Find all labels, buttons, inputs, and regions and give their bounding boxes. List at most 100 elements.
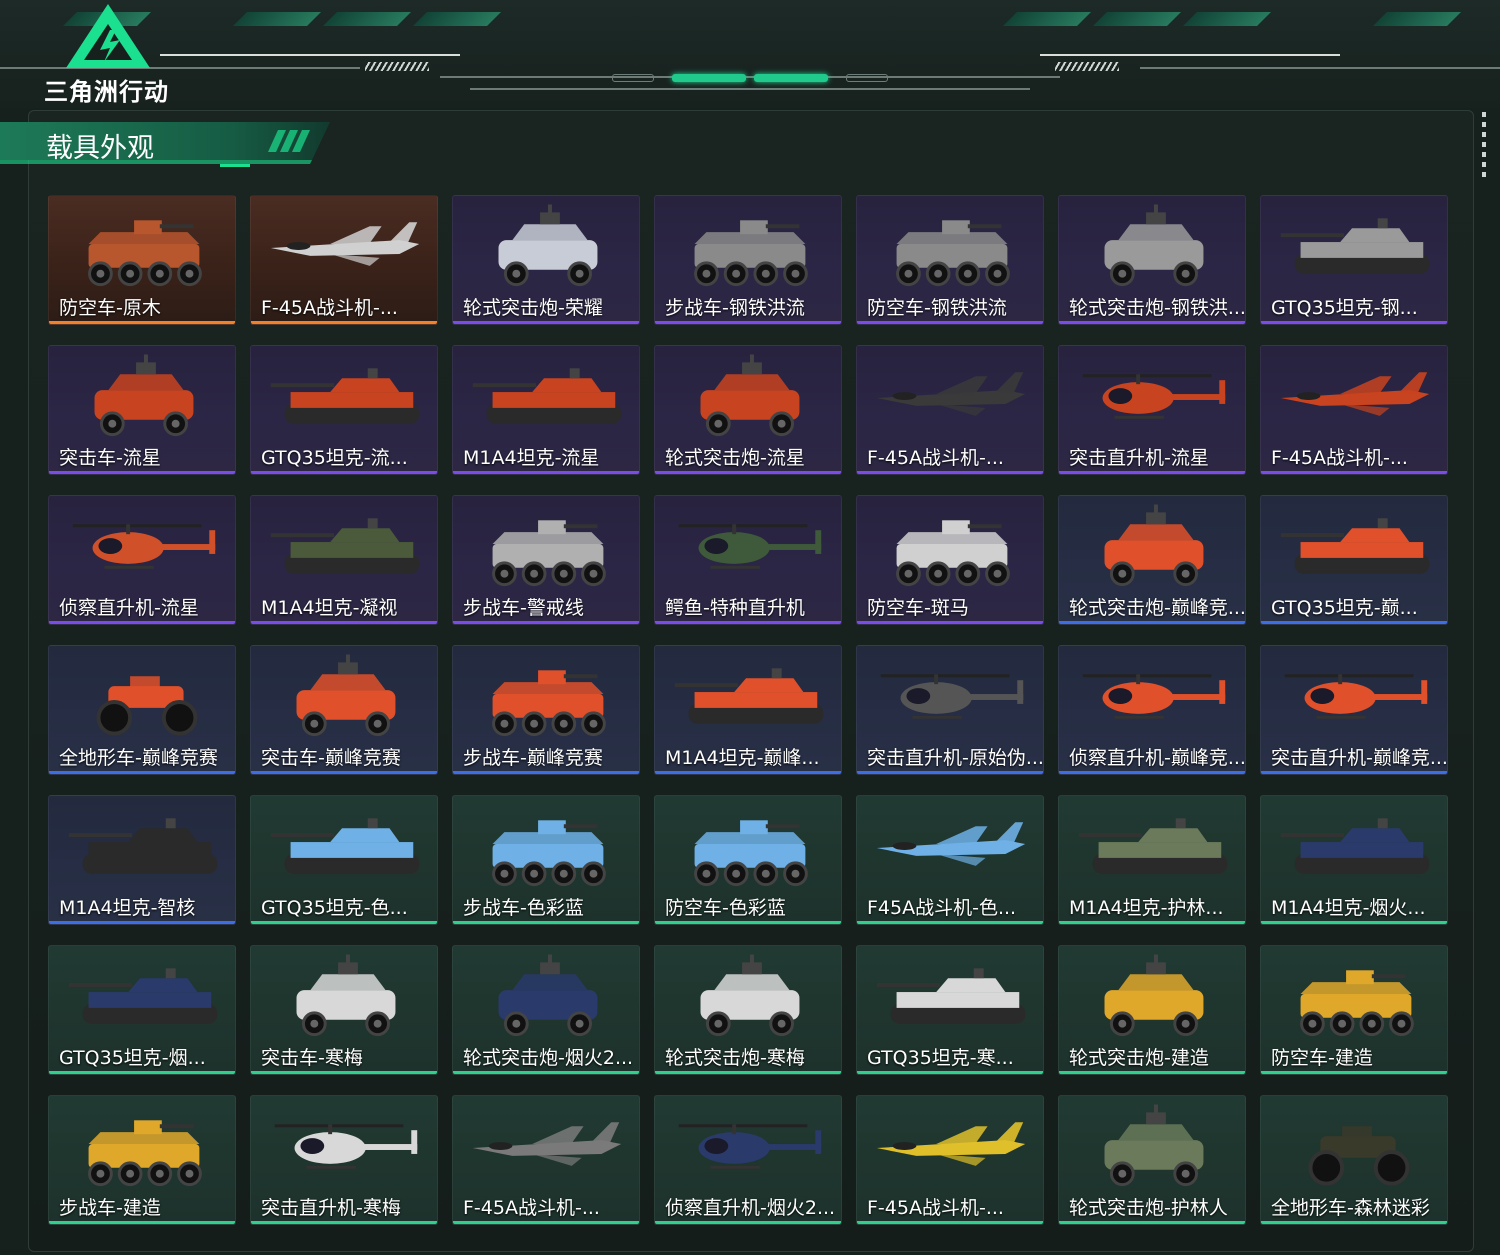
vehicle-skin-card[interactable]: M1A4坦克-巅峰...: [654, 645, 842, 775]
vehicle-skin-label: 侦察直升机-流星: [59, 597, 199, 619]
rarity-bar: [453, 771, 639, 774]
vehicle-skin-label: GTQ35坦克-烟...: [59, 1047, 206, 1069]
vehicle-skin-label: 轮式突击炮-流星: [665, 447, 805, 469]
vehicle-skin-label: 防空车-建造: [1271, 1047, 1373, 1069]
vehicle-wheeled-icon: [88, 220, 202, 287]
vehicle-skin-card[interactable]: GTQ35坦克-寒...: [856, 945, 1044, 1075]
vehicle-skin-card[interactable]: 轮式突击炮-巅峰竞...: [1058, 495, 1246, 625]
vehicle-car-icon: [1104, 204, 1204, 287]
vehicle-skin-card[interactable]: F45A战斗机-色...: [856, 795, 1044, 925]
vehicle-jet-icon: [876, 372, 1026, 416]
header-stripe: [413, 12, 501, 26]
vehicle-wheeled-icon: [896, 520, 1010, 587]
vehicle-skin-label: M1A4坦克-巅峰...: [665, 747, 820, 769]
rarity-bar: [1261, 321, 1447, 324]
rarity-bar: [1261, 921, 1447, 924]
rarity-bar: [49, 1071, 235, 1074]
vehicle-skin-card[interactable]: 轮式突击炮-流星: [654, 345, 842, 475]
vehicle-skin-card[interactable]: F-45A战斗机-...: [250, 195, 438, 325]
header-stripe: [1373, 12, 1461, 26]
vehicle-wheeled-icon: [492, 670, 606, 737]
vehicle-skin-card[interactable]: 防空车-原木: [48, 195, 236, 325]
header-line: [470, 88, 1030, 90]
vehicle-skin-card[interactable]: 轮式突击炮-钢铁洪...: [1058, 195, 1246, 325]
rarity-bar: [655, 621, 841, 624]
vehicle-skin-card[interactable]: 突击车-流星: [48, 345, 236, 475]
rarity-bar: [49, 1221, 235, 1224]
vehicle-skin-card[interactable]: 鳄鱼-特种直升机: [654, 495, 842, 625]
vehicle-skin-card[interactable]: GTQ35坦克-色...: [250, 795, 438, 925]
vehicle-skin-card[interactable]: 轮式突击炮-建造: [1058, 945, 1246, 1075]
vehicle-skin-card[interactable]: 侦察直升机-流星: [48, 495, 236, 625]
vehicle-skin-card[interactable]: 突击直升机-巅峰竞...: [1260, 645, 1448, 775]
vehicle-skin-card[interactable]: F-45A战斗机-...: [1260, 345, 1448, 475]
vehicle-skin-card[interactable]: 轮式突击炮-寒梅: [654, 945, 842, 1075]
vehicle-skin-label: 全地形车-巅峰竞赛: [59, 747, 218, 769]
vehicle-skin-card[interactable]: 全地形车-巅峰竞赛: [48, 645, 236, 775]
vehicle-skin-label: GTQ35坦克-钢...: [1271, 297, 1418, 319]
vehicle-skin-card[interactable]: 轮式突击炮-荣耀: [452, 195, 640, 325]
vehicle-skin-card[interactable]: GTQ35坦克-流...: [250, 345, 438, 475]
rarity-bar: [1261, 621, 1447, 624]
rarity-bar: [1059, 921, 1245, 924]
vehicle-skin-label: F-45A战斗机-...: [463, 1197, 600, 1219]
vehicle-skin-label: M1A4坦克-烟火...: [1271, 897, 1426, 919]
vehicle-skin-card[interactable]: 步战车-警戒线: [452, 495, 640, 625]
vehicle-heli-icon: [72, 524, 216, 569]
vehicle-skin-card[interactable]: F-45A战斗机-...: [856, 1095, 1044, 1225]
vehicle-wheeled-icon: [492, 520, 606, 587]
vehicle-skin-card[interactable]: M1A4坦克-凝视: [250, 495, 438, 625]
vehicle-car-icon: [700, 954, 800, 1037]
vehicle-skin-card[interactable]: 防空车-斑马: [856, 495, 1044, 625]
vehicle-skin-label: 轮式突击炮-荣耀: [463, 297, 603, 319]
vehicle-skin-card[interactable]: GTQ35坦克-钢...: [1260, 195, 1448, 325]
vehicle-car-icon: [94, 354, 194, 437]
vehicle-skin-card[interactable]: F-45A战斗机-...: [452, 1095, 640, 1225]
vehicle-tank-icon: [1078, 818, 1228, 874]
vehicle-skin-card[interactable]: GTQ35坦克-巅...: [1260, 495, 1448, 625]
rarity-bar: [251, 621, 437, 624]
vehicle-skin-card[interactable]: 步战车-巅峰竞赛: [452, 645, 640, 775]
vehicle-car-icon: [498, 204, 598, 287]
rarity-bar: [1059, 621, 1245, 624]
vehicle-skin-card[interactable]: 侦察直升机-烟火2...: [654, 1095, 842, 1225]
vehicle-skin-label: 防空车-钢铁洪流: [867, 297, 1007, 319]
vehicle-tank-icon: [270, 818, 420, 874]
vehicle-skin-card[interactable]: 防空车-钢铁洪流: [856, 195, 1044, 325]
vehicle-skin-card[interactable]: 突击直升机-寒梅: [250, 1095, 438, 1225]
rarity-bar: [655, 921, 841, 924]
vehicle-skin-label: GTQ35坦克-寒...: [867, 1047, 1014, 1069]
vehicle-skin-card[interactable]: 步战车-建造: [48, 1095, 236, 1225]
rarity-bar: [857, 621, 1043, 624]
header-stripe: [1183, 12, 1271, 26]
vehicle-skin-label: 步战车-警戒线: [463, 597, 584, 619]
vehicle-skin-card[interactable]: 步战车-钢铁洪流: [654, 195, 842, 325]
vehicle-skin-label: 轮式突击炮-护林人: [1069, 1197, 1228, 1219]
side-scroll-indicator: [1482, 112, 1486, 182]
vehicle-skin-card[interactable]: M1A4坦克-流星: [452, 345, 640, 475]
vehicle-tank-icon: [68, 818, 218, 874]
vehicle-skin-card[interactable]: 轮式突击炮-烟火2...: [452, 945, 640, 1075]
vehicle-skin-card[interactable]: 防空车-建造: [1260, 945, 1448, 1075]
vehicle-car-icon: [296, 954, 396, 1037]
vehicle-skin-label: 步战车-巅峰竞赛: [463, 747, 603, 769]
vehicle-skin-card[interactable]: F-45A战斗机-...: [856, 345, 1044, 475]
vehicle-skin-card[interactable]: 突击直升机-原始伪...: [856, 645, 1044, 775]
vehicle-skin-card[interactable]: 防空车-色彩蓝: [654, 795, 842, 925]
vehicle-skin-card[interactable]: 侦察直升机-巅峰竞...: [1058, 645, 1246, 775]
vehicle-skin-card[interactable]: 轮式突击炮-护林人: [1058, 1095, 1246, 1225]
vehicle-tank-icon: [1280, 518, 1430, 574]
vehicle-skin-card[interactable]: GTQ35坦克-烟...: [48, 945, 236, 1075]
vehicle-skin-card[interactable]: M1A4坦克-烟火...: [1260, 795, 1448, 925]
vehicle-skin-card[interactable]: 全地形车-森林迷彩: [1260, 1095, 1448, 1225]
header-line: [440, 76, 1060, 78]
vehicle-skin-card[interactable]: M1A4坦克-智核: [48, 795, 236, 925]
vehicle-skin-card[interactable]: M1A4坦克-护林...: [1058, 795, 1246, 925]
vehicle-skin-card[interactable]: 步战车-色彩蓝: [452, 795, 640, 925]
vehicle-car-icon: [498, 954, 598, 1037]
vehicle-skin-card[interactable]: 突击直升机-流星: [1058, 345, 1246, 475]
vehicle-skin-card[interactable]: 突击车-巅峰竞赛: [250, 645, 438, 775]
rarity-bar: [655, 1221, 841, 1224]
vehicle-skin-label: 轮式突击炮-烟火2...: [463, 1047, 634, 1069]
vehicle-skin-card[interactable]: 突击车-寒梅: [250, 945, 438, 1075]
